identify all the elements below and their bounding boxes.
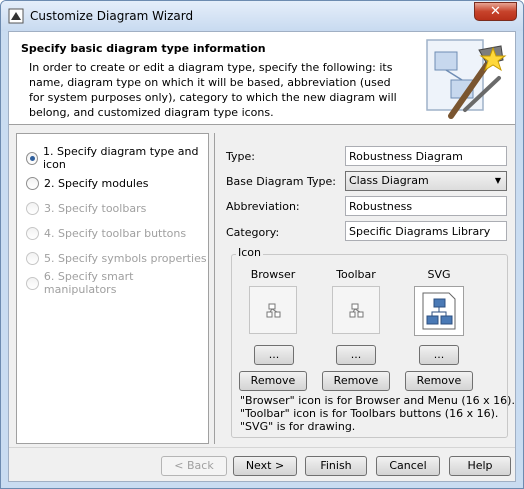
svg-icon-preview	[414, 286, 464, 336]
category-input[interactable]	[345, 221, 507, 241]
steps-panel: 1. Specify diagram type and icon 2. Spec…	[16, 133, 209, 444]
wizard-window: Customize Diagram Wizard ✕ Specify basic…	[0, 0, 524, 489]
step-6-radio	[26, 276, 39, 290]
footer-divider	[9, 447, 515, 448]
step-4-radio	[26, 226, 39, 240]
close-button[interactable]: ✕	[474, 2, 517, 21]
base-diagram-type-value: Class Diagram	[349, 174, 429, 187]
type-label: Type:	[226, 150, 255, 163]
header-description: In order to create or edit a diagram typ…	[29, 61, 397, 119]
type-input[interactable]	[345, 146, 507, 166]
category-label: Category:	[226, 226, 280, 239]
step-3-radio	[26, 201, 39, 215]
browser-column-label: Browser	[250, 268, 296, 281]
browser-remove-button[interactable]: Remove	[239, 371, 307, 391]
step-2[interactable]: 2. Specify modules	[26, 175, 148, 191]
browser-icon-preview	[249, 286, 297, 334]
finish-button[interactable]: Finish	[305, 456, 367, 476]
wizard-header: Specify basic diagram type information I…	[9, 32, 515, 125]
base-diagram-type-select[interactable]: Class Diagram ▼	[345, 171, 507, 191]
window-title: Customize Diagram Wizard	[30, 9, 194, 23]
step-6-label: 6. Specify smart manipulators	[43, 270, 134, 296]
step-3: 3. Specify toolbars	[26, 200, 146, 216]
diagram-icon	[349, 303, 364, 318]
step-6: 6. Specify smart manipulators	[26, 270, 208, 296]
icon-note: "SVG" is for drawing.	[240, 420, 356, 433]
icon-note: "Toolbar" icon is for Toolbars buttons (…	[240, 407, 499, 420]
app-icon	[8, 8, 24, 24]
wizard-tools-icon	[426, 39, 507, 119]
close-icon: ✕	[490, 4, 501, 19]
title-bar: Customize Diagram Wizard ✕	[1, 1, 523, 31]
header-title: Specify basic diagram type information	[21, 42, 266, 55]
toolbar-remove-button[interactable]: Remove	[322, 371, 390, 391]
step-5-label: 5. Specify symbols properties	[44, 251, 207, 265]
icon-group-legend: Icon	[236, 246, 263, 259]
step-3-label: 3. Specify toolbars	[44, 201, 147, 215]
help-button[interactable]: Help	[449, 456, 511, 476]
icon-note: "Browser" icon is for Browser and Menu (…	[240, 394, 515, 407]
step-5-radio	[26, 251, 39, 265]
next-button[interactable]: Next >	[233, 456, 297, 476]
diagram-icon	[266, 303, 281, 318]
panel-splitter[interactable]	[214, 133, 215, 444]
svg-browse-button[interactable]: ...	[419, 345, 459, 365]
step-2-label: 2. Specify modules	[44, 176, 149, 190]
back-button[interactable]: < Back	[161, 456, 227, 476]
abbreviation-label: Abbreviation:	[226, 200, 300, 213]
step-1[interactable]: 1. Specify diagram type and icon	[26, 145, 208, 171]
svg-column-label: SVG	[427, 268, 451, 281]
chevron-down-icon: ▼	[494, 176, 501, 185]
cancel-button[interactable]: Cancel	[376, 456, 440, 476]
base-diagram-type-label: Base Diagram Type:	[226, 175, 336, 188]
step-4: 4. Specify toolbar buttons	[26, 225, 186, 241]
browser-browse-button[interactable]: ...	[254, 345, 294, 365]
abbreviation-input[interactable]	[345, 196, 507, 216]
step-1-label: 1. Specify diagram type and icon	[42, 145, 199, 171]
wizard-content: Specify basic diagram type information I…	[8, 31, 516, 482]
diagram-icon	[422, 292, 456, 330]
step-1-radio[interactable]	[26, 151, 38, 165]
step-5: 5. Specify symbols properties	[26, 250, 207, 266]
toolbar-browse-button[interactable]: ...	[336, 345, 376, 365]
toolbar-column-label: Toolbar	[336, 268, 376, 281]
toolbar-icon-preview	[332, 286, 380, 334]
step-4-label: 4. Specify toolbar buttons	[44, 226, 187, 240]
step-2-radio[interactable]	[26, 176, 39, 190]
svg-remove-button[interactable]: Remove	[405, 371, 473, 391]
